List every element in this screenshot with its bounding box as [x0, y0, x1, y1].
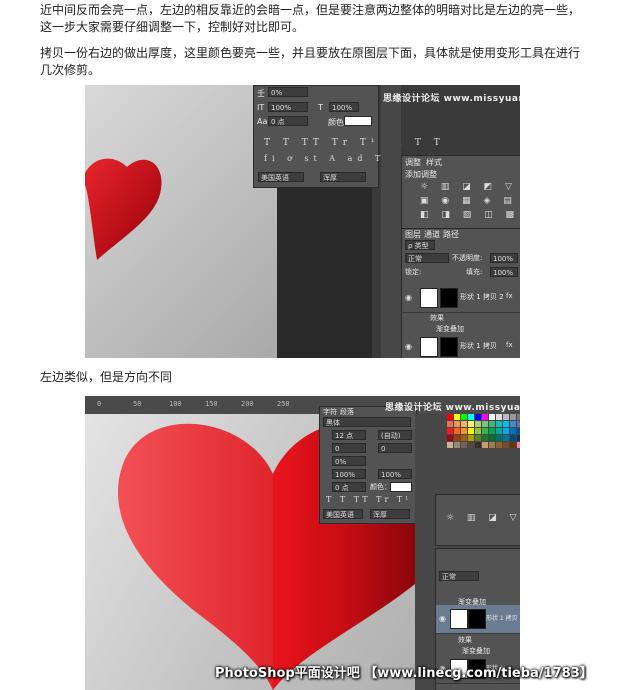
forum-watermark: 思缘设计论坛 www.missyuan.com [383, 94, 520, 104]
paragraph-3: 左边类似，但是方向不同 [40, 370, 173, 384]
add-adjustment-label: 添加调整 [405, 170, 437, 179]
photoshop-screenshot-2: 050100 150200250 字符 段落 黑体 12 点 (自动) [85, 396, 520, 690]
antialias-select[interactable]: 浑厚 [370, 509, 410, 519]
adjustment-icons-2[interactable]: ▣ ◉ ▦ ◈ ▤ [420, 196, 517, 206]
eye-icon[interactable]: ◉ [439, 614, 446, 623]
layer-row-selected[interactable]: ◉ 形状 1 拷贝 3 [436, 605, 520, 634]
adjustment-icons-3[interactable]: ◧ ◨ ▨ ◫ ▩ [420, 210, 519, 220]
blend-mode-select[interactable]: 正常 [439, 571, 479, 581]
tab-channels[interactable]: 通道 [424, 229, 440, 240]
fx-badge: fx [506, 292, 513, 300]
effects-label: 效果 [430, 314, 444, 322]
vertical-scale-field[interactable]: 100% [332, 469, 366, 479]
tracking-field[interactable]: 0 [378, 443, 412, 453]
baseline-field[interactable]: 0 点 [332, 482, 366, 492]
color-swatch[interactable] [390, 482, 412, 492]
character-panel: 壬 0% IT 100% T 100% Aa 0 点 颜色： T T TT Tr… [253, 85, 440, 188]
fx-badge: fx [506, 341, 513, 349]
baseline-field[interactable]: 0 点 [268, 116, 308, 126]
mask-thumbnail [468, 609, 486, 629]
font-family-select[interactable]: 黑体 [323, 417, 411, 427]
forum-watermark: 思缘设计论坛 www.missyuan.com [385, 403, 520, 413]
layer-kind-filter[interactable]: ρ 类型 [405, 240, 435, 250]
tsume-field[interactable]: 0% [332, 456, 366, 466]
tab-paragraph[interactable]: 段落 [340, 407, 354, 417]
swatches-panel[interactable] [447, 414, 520, 448]
tab-styles[interactable]: 样式 [426, 157, 442, 168]
layer-name: 形状 1 拷贝 2 [460, 293, 504, 301]
fill-field[interactable]: 100% [490, 267, 518, 277]
language-select[interactable]: 美国英语 [323, 509, 363, 519]
photoshop-screenshot-1: 壬 0% IT 100% T 100% Aa 0 点 颜色： T T TT Tr… [85, 85, 520, 358]
layer-thumbnail [420, 337, 438, 357]
vertical-scale-field[interactable]: 100% [268, 102, 308, 112]
layers-panel: 图层 通道 路径 ρ 类型 正常 不透明度: 100% 锁定: 填充: 100%… [401, 228, 520, 358]
kerning-field[interactable]: 0 [332, 443, 366, 453]
opacity-field[interactable]: 100% [490, 253, 518, 263]
layer-row[interactable]: ◉ 形状 1 拷贝 2 fx [402, 284, 520, 313]
adjustment-icons[interactable]: ☼ ▥ ◪ ◩ ▽ [420, 182, 517, 192]
font-size-field[interactable]: 12 点 [332, 430, 366, 440]
layer-row[interactable]: ◉ 形状 1 拷贝 fx [402, 333, 520, 358]
leading-field[interactable]: (自动) [378, 430, 412, 440]
adjustments-panel: 调整 样式 添加调整 ☼ ▥ ◪ ◩ ▽ ▣ ◉ ▦ ◈ ▤ ◧ ◨ ▨ ◫ ▩ [401, 155, 520, 229]
styles-panel: ☼ ▥ ◪ ▽ [435, 494, 520, 546]
horizontal-scale-field[interactable]: 100% [329, 102, 359, 112]
color-swatch[interactable] [344, 116, 372, 126]
fill-label: 填充: [466, 268, 483, 276]
type-style-buttons[interactable]: T T TT Tr T¹ T₁ T T [264, 138, 445, 148]
layer-thumbnail [450, 609, 468, 629]
character-panel: 字符 段落 黑体 12 点 (自动) 0 0 0% 100% 100% 0 点 … [319, 406, 456, 524]
tab-layers[interactable]: 图层 [405, 229, 421, 240]
mask-thumbnail [440, 337, 458, 357]
eye-icon[interactable]: ◉ [405, 342, 412, 351]
layer-name: 形状 1 拷贝 3 [486, 615, 520, 622]
horizontal-scale-field[interactable]: 100% [378, 469, 412, 479]
lock-label: 锁定: [405, 268, 422, 276]
eye-icon[interactable]: ◉ [405, 293, 412, 302]
layer-name: 形状 1 拷贝 [460, 342, 497, 350]
heart-fragment [85, 158, 162, 260]
style-icons[interactable]: ☼ ▥ ◪ ▽ [446, 513, 520, 523]
leading-field[interactable]: 0% [268, 87, 308, 97]
paragraph-2: 拷贝一份右边的做出厚度，这里颜色要亮一些，并且要放在原图层下面，具体就是使用变形… [40, 46, 581, 77]
tab-paths[interactable]: 路径 [443, 229, 459, 240]
language-select[interactable]: 美国英语 [258, 172, 304, 182]
tab-character[interactable]: 字符 [323, 407, 337, 417]
antialias-select[interactable]: 浑厚 [320, 172, 366, 182]
layer-thumbnail [420, 288, 438, 308]
footer-watermark: PhotoShop平面设计吧 【www.linecg.com/tieba/178… [215, 666, 593, 681]
paragraph-1: 近中间反而会亮一点，左边的相反靠近的会暗一点，但是要注意两边整体的明暗对比是左边… [40, 3, 581, 34]
color-label: 颜色： [370, 483, 391, 491]
canvas-area [85, 85, 277, 358]
mask-thumbnail [440, 288, 458, 308]
opacity-label: 不透明度: [452, 254, 483, 262]
blend-mode-select[interactable]: 正常 [405, 253, 449, 263]
effects-label: 效果 [458, 636, 472, 644]
tab-adjustments[interactable]: 调整 [405, 157, 421, 168]
